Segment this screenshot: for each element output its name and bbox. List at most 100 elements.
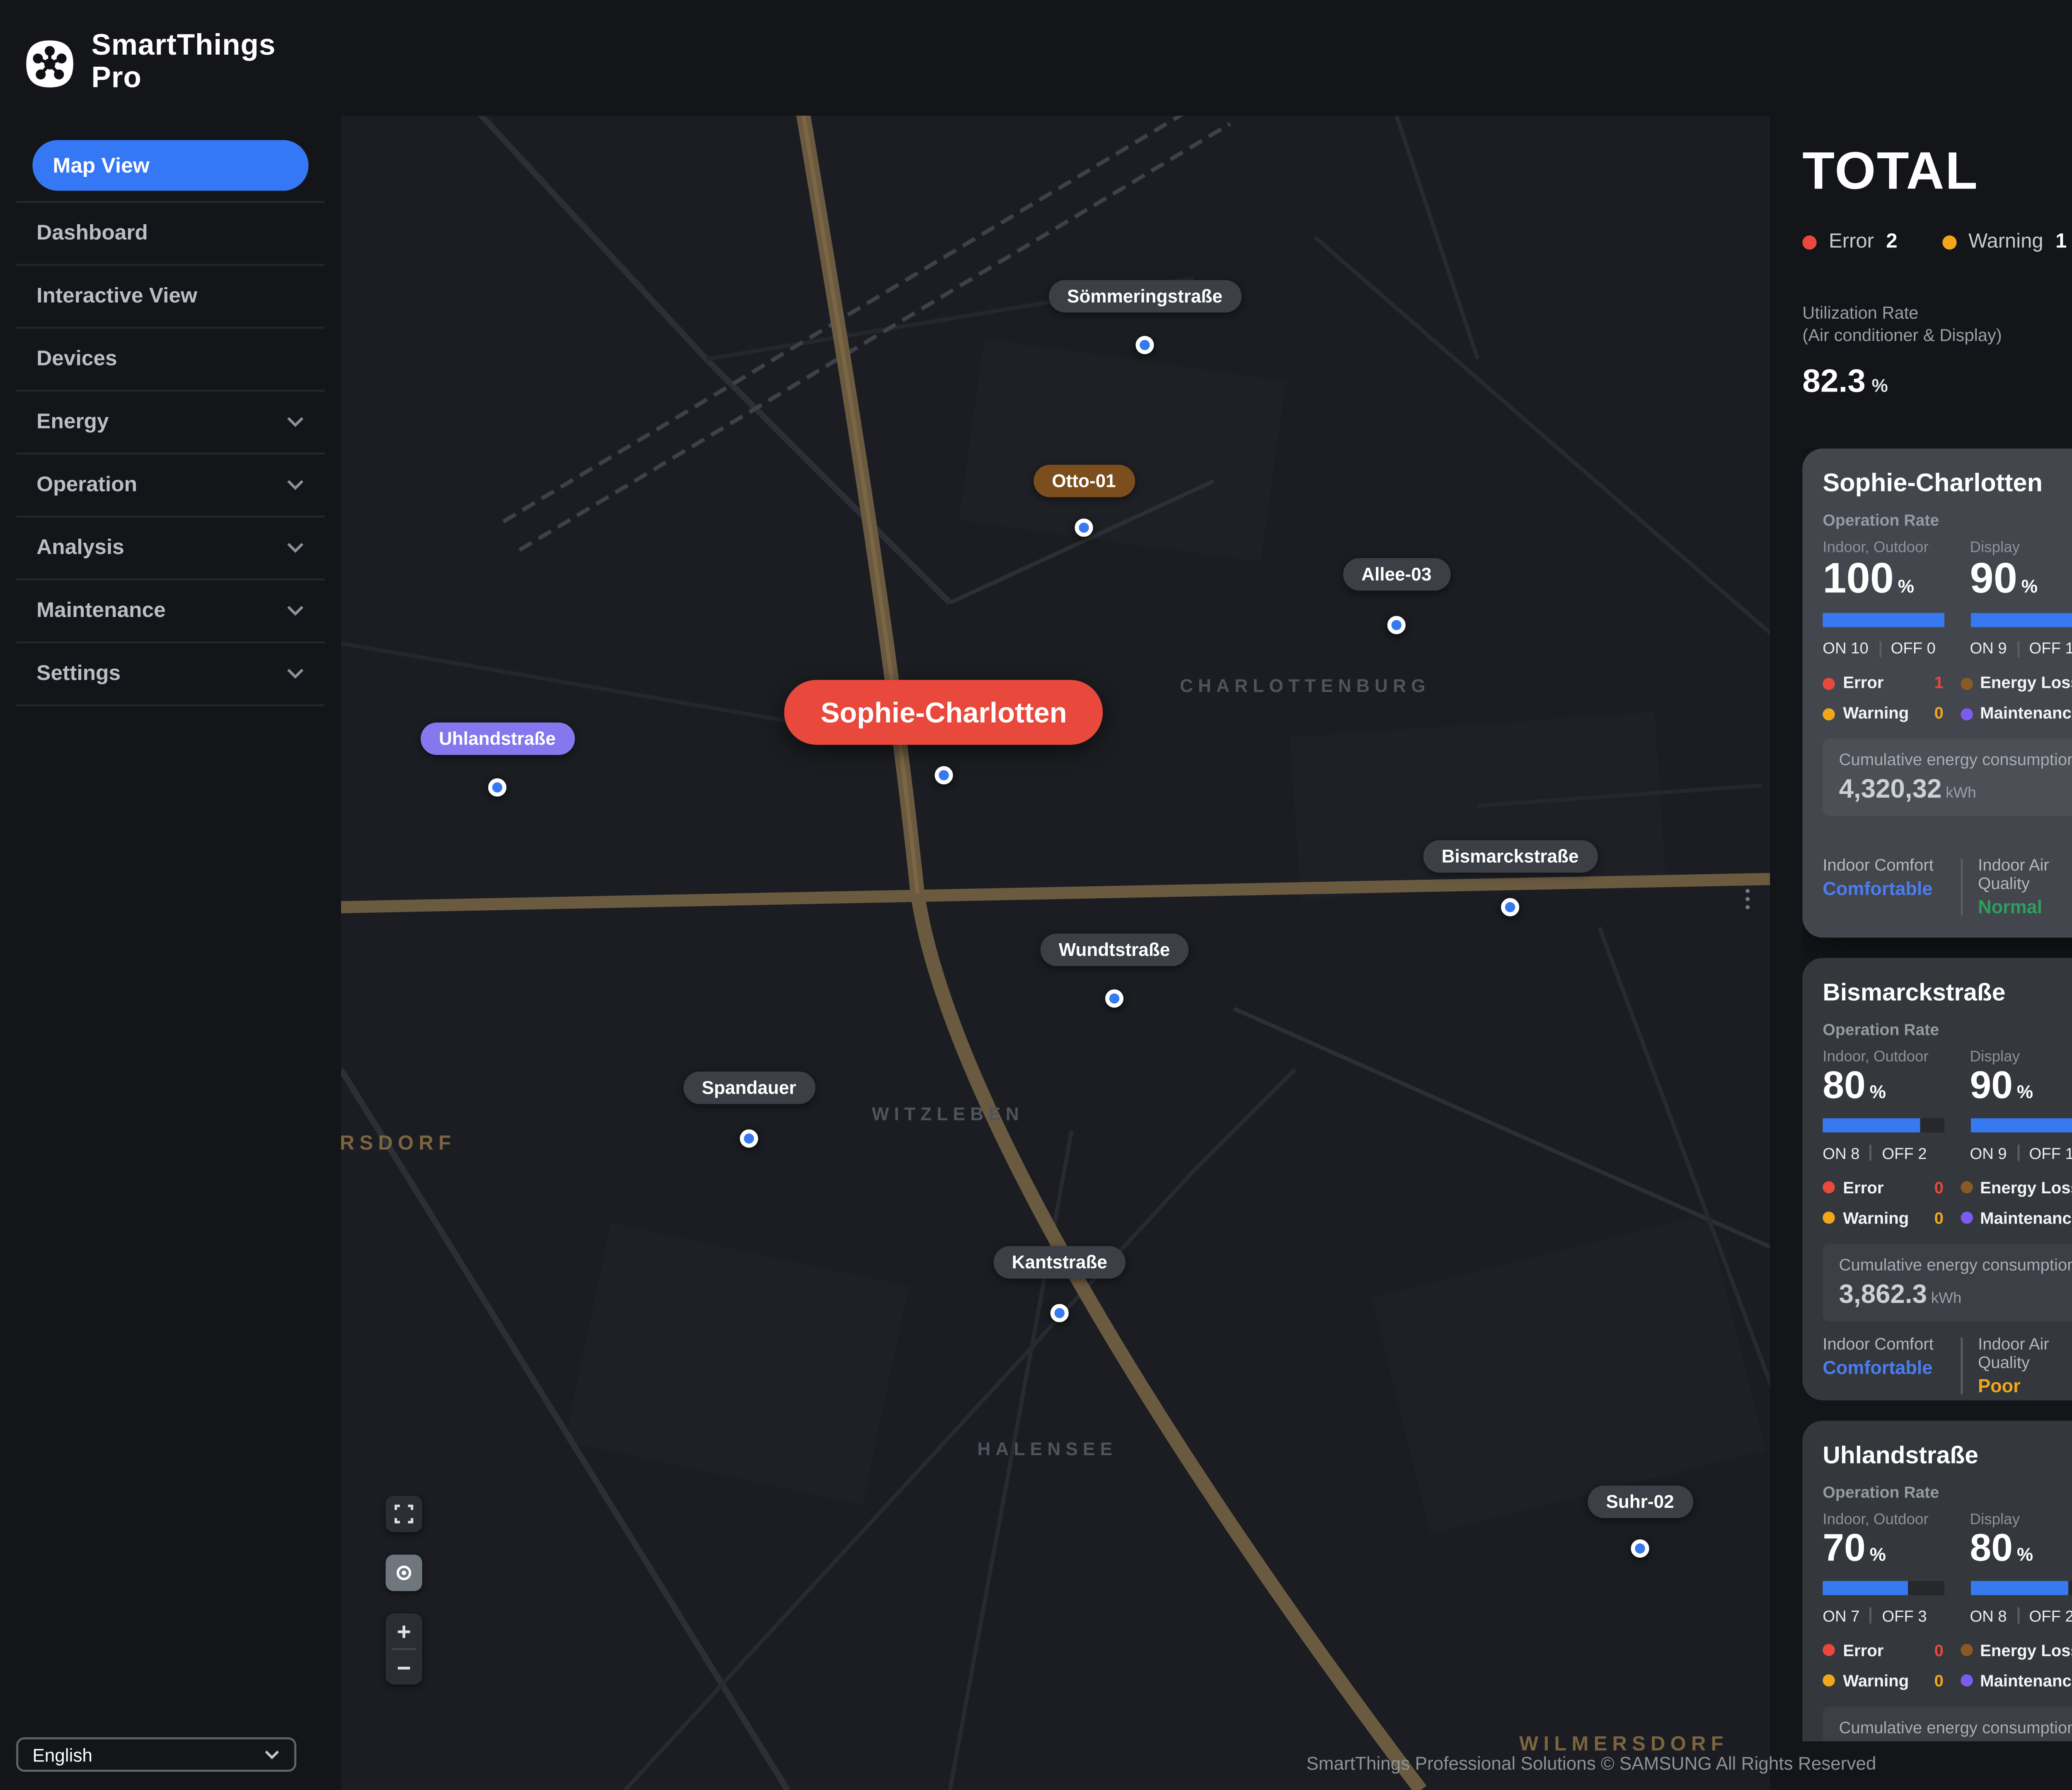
sidebar-item-analysis[interactable]: Analysis <box>16 518 324 581</box>
energy-loss-count-row: Energy Loss0 <box>1960 1179 2072 1197</box>
progress-bar <box>1970 1118 2072 1132</box>
consumption-value: 4,320,32kWh <box>1839 774 2072 804</box>
site-cards-grid: Sophie-Charlotten Operation Rate Indoor,… <box>1802 448 2072 1741</box>
map-pill-uhlandstraße[interactable]: Uhlandstraße <box>421 723 574 755</box>
on-off-count: ON 7OFF 3 <box>1823 1607 1951 1625</box>
energy-loss-count-row: Energy Loss0 <box>1960 674 2072 692</box>
map-pill-label: Sömmeringstraße <box>1049 280 1241 312</box>
zoom-out-button[interactable]: − <box>386 1650 422 1684</box>
sidebar-item-label: Map View <box>53 153 149 178</box>
progress-bar <box>1823 613 1944 627</box>
sidebar-item-label: Devices <box>36 347 117 372</box>
sidebar-item-settings[interactable]: Settings <box>16 643 324 706</box>
status-counts: Error0 Energy Loss0 Warning0 Maintenance… <box>1823 1642 2072 1691</box>
map-pill-sömmeringstraße[interactable]: Sömmeringstraße <box>1049 280 1241 312</box>
map-pill-sophie-charlotten[interactable]: Sophie-Charlotten <box>784 680 1104 745</box>
brand-name: SmartThings Pro <box>91 30 317 95</box>
comfort-air-row: Indoor ComfortComfortable Indoor Air Qua… <box>1823 842 2072 917</box>
error-count-row: Error1 <box>1823 674 1944 692</box>
legend-item-warning: Warning 1 <box>1942 231 2067 254</box>
fullscreen-button[interactable] <box>386 1496 422 1532</box>
locate-button[interactable] <box>386 1555 422 1591</box>
legend-count: 2 <box>1886 231 1897 254</box>
sidebar-item-dashboard[interactable]: Dashboard <box>16 203 324 266</box>
maintenance-count-row: Maintenance3 <box>1960 1672 2072 1690</box>
chevron-down-icon <box>264 1749 280 1759</box>
indoor-outdoor-column: Indoor, Outdoor 80% ON 8OFF 2 <box>1823 1043 1951 1163</box>
site-card-sophie-charlotten[interactable]: Sophie-Charlotten Operation Rate Indoor,… <box>1802 448 2072 937</box>
sidebar: SmartThings Pro Map View DashboardInterac… <box>0 0 341 1790</box>
sidebar-item-label: Maintenance <box>36 599 166 623</box>
map-pill-kantstraße[interactable]: Kantstraße <box>994 1246 1126 1278</box>
display-percent: 90% <box>1970 1065 2072 1110</box>
map-pill-label: Kantstraße <box>994 1246 1126 1278</box>
fullscreen-icon <box>394 1504 414 1524</box>
map-pill-label: Sophie-Charlotten <box>784 680 1104 745</box>
progress-bar <box>1823 1581 1944 1595</box>
map-pill-label: Suhr-02 <box>1588 1485 1692 1518</box>
sidebar-item-label: Analysis <box>36 536 124 560</box>
map-pill-spandauer[interactable]: Spandauer <box>683 1072 814 1104</box>
site-card-title: Uhlandstraße <box>1823 1441 1978 1470</box>
sidebar-item-devices[interactable]: Devices <box>16 329 324 392</box>
display-percent: 80% <box>1970 1528 2072 1572</box>
map-pill-label: Otto-01 <box>1034 465 1134 497</box>
cumulative-consumption-box: Cumulative energy consumption 3,862.3kWh <box>1823 1244 2072 1321</box>
indoor-outdoor-percent: 70% <box>1823 1528 1951 1572</box>
locate-icon <box>394 1563 414 1583</box>
language-value: English <box>32 1744 92 1765</box>
operation-rate-label: Operation Rate <box>1823 1021 2072 1039</box>
site-card-bismarckstraße[interactable]: Bismarckstraße Operation Rate Indoor, Ou… <box>1802 958 2072 1401</box>
brand: SmartThings Pro <box>0 0 341 116</box>
map-pill-otto-01[interactable]: Otto-01 <box>1034 465 1134 497</box>
progress-bar <box>1970 1581 2072 1595</box>
site-card-uhlandstraße[interactable]: Uhlandstraße Operation Rate Indoor, Outd… <box>1802 1421 2072 1742</box>
panel-drag-handle[interactable] <box>1745 889 1750 909</box>
map-pin-allee-03[interactable] <box>1387 616 1406 634</box>
display-column: Display 90% ON 9OFF 1 <box>1970 534 2072 658</box>
map-pin-bismarckstraße[interactable] <box>1501 898 1519 916</box>
map-pill-allee-03[interactable]: Allee-03 <box>1343 558 1450 590</box>
map-pin-otto-01[interactable] <box>1075 518 1093 537</box>
legend-dot <box>1942 235 1956 249</box>
map-pin-wundtstraße[interactable] <box>1105 989 1123 1008</box>
map-pill-label: Spandauer <box>683 1072 814 1104</box>
sidebar-nav: Map View DashboardInteractive View Devices… <box>0 140 341 706</box>
language-select[interactable]: English <box>16 1737 296 1772</box>
map-pin-uhlandstraße[interactable] <box>488 778 506 796</box>
stat-value: 82.3% <box>1802 365 2050 402</box>
indoor-air-quality-value: Normal <box>1978 897 2072 917</box>
indoor-outdoor-percent: 80% <box>1823 1065 1951 1110</box>
sidebar-item-map-view[interactable]: Map View <box>32 140 308 191</box>
legend-count: 1 <box>2055 231 2067 254</box>
status-legend: Error2Warning1Energy Loss1Maintenance3 <box>1802 231 2072 254</box>
operation-rate-label: Operation Rate <box>1823 1483 2072 1502</box>
chevron-down-icon <box>286 416 305 428</box>
legend-label: Warning <box>1968 231 2043 254</box>
sidebar-item-energy[interactable]: Energy <box>16 392 324 455</box>
display-column: Display 80% ON 8OFF 2 <box>1970 1506 2072 1625</box>
chevron-down-icon <box>286 668 305 680</box>
summary-panel: TOTAL Error2Warning1Energy Loss1Maintena… <box>1770 116 2072 1790</box>
sidebar-item-interactive-view[interactable]: Interactive View <box>16 266 324 329</box>
map-pin-sömmeringstraße[interactable] <box>1135 336 1154 354</box>
map-pin-spandauer[interactable] <box>740 1130 758 1148</box>
sidebar-item-label: Operation <box>36 473 137 497</box>
map-pill-wundtstraße[interactable]: Wundtstraße <box>1041 934 1188 966</box>
map-pill-suhr-02[interactable]: Suhr-02 <box>1588 1485 1692 1518</box>
zoom-in-button[interactable]: + <box>386 1613 422 1648</box>
warning-count-row: Warning0 <box>1823 1209 1944 1227</box>
map-pill-label: Wundtstraße <box>1041 934 1188 966</box>
top-bar: Berlin 19° / 22° 29+ Site manager <box>341 0 2072 116</box>
map-pin-suhr-02[interactable] <box>1631 1539 1649 1558</box>
indoor-outdoor-column: Indoor, Outdoor 100% ON 10OFF 0 <box>1823 534 1951 658</box>
on-off-count: ON 8OFF 2 <box>1823 1144 1951 1163</box>
status-counts: Error0 Energy Loss0 Warning0 Maintenance… <box>1823 1179 2072 1228</box>
map-pin-sophie-charlotten[interactable] <box>935 766 953 784</box>
map-pin-kantstraße[interactable] <box>1051 1304 1069 1322</box>
sidebar-item-maintenance[interactable]: Maintenance <box>16 581 324 643</box>
map-pill-bismarckstraße[interactable]: Bismarckstraße <box>1423 840 1597 873</box>
sidebar-item-operation[interactable]: Operation <box>16 455 324 518</box>
indoor-outdoor-percent: 100% <box>1823 556 1951 605</box>
legend-label: Error <box>1829 231 1874 254</box>
